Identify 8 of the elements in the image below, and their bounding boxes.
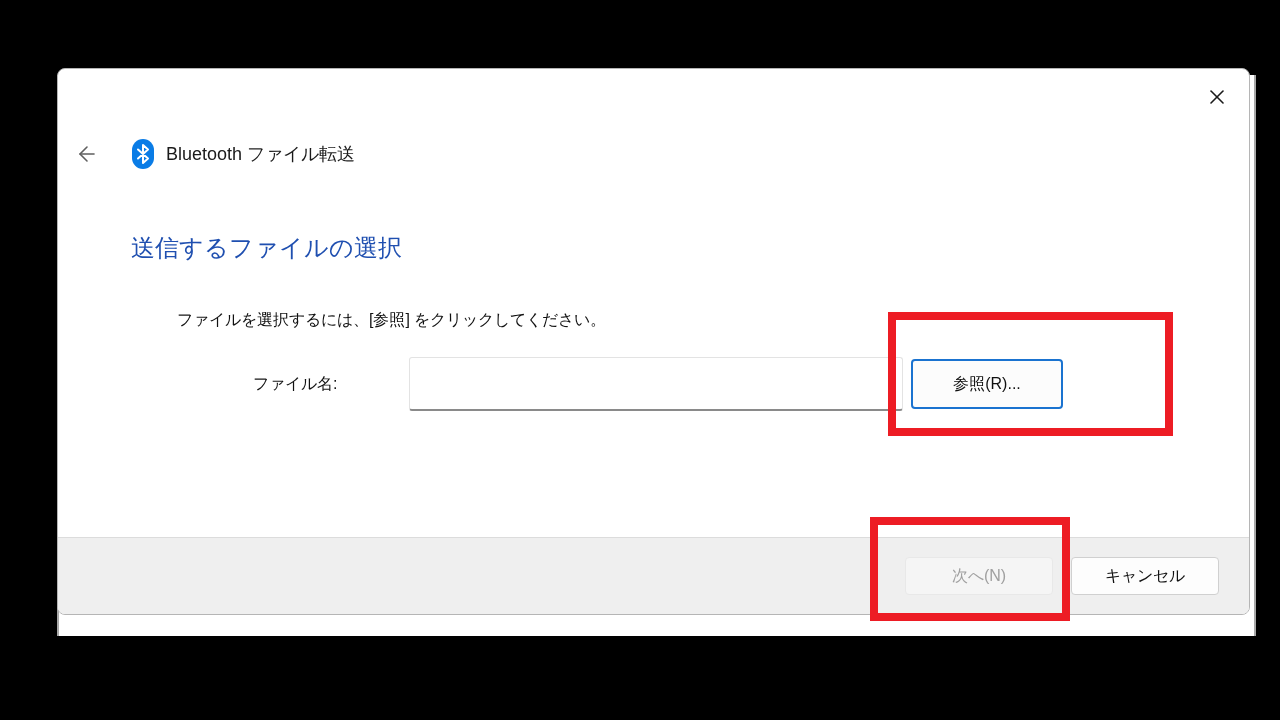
bluetooth-icon: [132, 139, 154, 169]
window-title: Bluetooth ファイル転送: [166, 142, 356, 166]
input-field[interactable]: [409, 357, 903, 411]
cancel-button[interactable]: キャンセル: [1071, 557, 1219, 595]
section-heading: 送信するファイルの選択: [131, 233, 402, 263]
field-label: ファイル名:: [253, 374, 338, 394]
browse-button[interactable]: 参照(R)...: [911, 359, 1063, 409]
instruction-text: ファイルを選択するには、[参照] をクリックしてください。: [177, 310, 607, 330]
